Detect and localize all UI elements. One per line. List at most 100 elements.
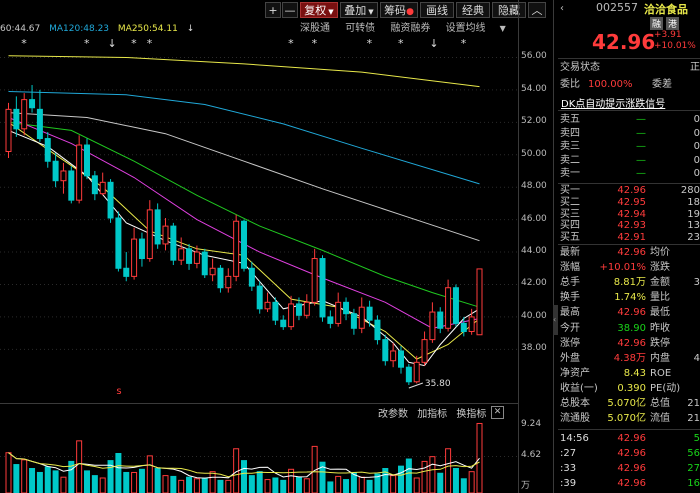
sell-price: — (636, 154, 646, 166)
tab-margin[interactable]: 融资融券 (390, 22, 430, 36)
stat-row: 外盘 4.38万 内盘 4 (558, 352, 700, 366)
sell-row: 卖三 — 0 (558, 140, 700, 154)
volume-bar (13, 464, 20, 493)
collapse-icon[interactable]: ‹ (560, 3, 564, 14)
fuquan-label: 复权 (304, 4, 327, 17)
hk-badge: 港 (666, 17, 680, 30)
volume-bar (99, 477, 106, 493)
fuquan-button[interactable]: 复权 ▼ (300, 2, 338, 18)
stat-row: 流通股 5.070亿 流值 21 (558, 412, 700, 426)
draw-line-button[interactable]: 画线 (420, 2, 454, 18)
volume-bar (327, 481, 334, 493)
volume-chart[interactable] (0, 418, 520, 493)
stat-row: 涨停 42.96 跌停 (558, 337, 700, 351)
volume-bar (468, 471, 475, 493)
stat-value: 5.070亿 (607, 413, 646, 425)
tab-convertible[interactable]: 可转债 (345, 22, 375, 36)
volume-bar (123, 471, 130, 493)
candle-body (429, 311, 436, 341)
classic-button[interactable]: 经典 (456, 2, 490, 18)
volume-bar (21, 459, 28, 493)
chevron-up-icon[interactable]: ︿ (528, 2, 546, 18)
stat-row: 换手 1.74% 量比 (558, 291, 700, 305)
volume-bar (429, 456, 436, 493)
sell-price: — (636, 141, 646, 152)
volume-bar (398, 465, 404, 493)
star-marker: * (288, 38, 294, 50)
chips-button[interactable]: 筹码● (380, 2, 418, 18)
candle-body (68, 170, 75, 201)
tab-ma-settings[interactable]: 设置均线 ▼ (446, 22, 518, 36)
candle-body (390, 350, 397, 362)
tick-volume: 27 (687, 463, 700, 474)
ma120-label: MA120:48.23 (49, 24, 110, 34)
dot-icon: ● (406, 7, 414, 17)
candle-body (366, 306, 373, 321)
stat-value: 42.96 (617, 247, 646, 258)
quote-panel: ‹ 002557 洽洽食品 融 港 42.96 +3.91 +10.01% 交易… (558, 0, 700, 493)
candle-body (186, 248, 193, 264)
sell-volume: 0 (693, 168, 700, 179)
tick-price: 42.96 (617, 463, 646, 474)
volume-bar (335, 475, 342, 493)
overlay-button[interactable]: 叠加 ▼ (340, 2, 378, 18)
ma-line-ma250 (8, 55, 480, 88)
volume-bar (91, 475, 98, 493)
tab-hk-connect[interactable]: 深股通 (300, 22, 330, 36)
stat-value: 8.43 (623, 367, 646, 379)
candle-body (178, 248, 185, 261)
candle-body (303, 301, 310, 316)
divider (558, 183, 700, 184)
stat-label: 最新 (560, 247, 580, 258)
candle-body (264, 301, 271, 310)
volume-bar (452, 468, 459, 493)
volume-bar (241, 460, 247, 493)
candle-body (52, 160, 59, 182)
divider (558, 244, 700, 245)
candle-body (115, 217, 122, 269)
candle-body (154, 209, 161, 245)
candle-body (162, 225, 169, 245)
candle-body (398, 350, 404, 368)
star-marker: * (21, 38, 27, 50)
stat-label: 总手 (560, 277, 580, 289)
stat-label-2: ROE (650, 367, 672, 379)
stat-value: 0.390 (617, 382, 646, 394)
sell-price: — (636, 114, 646, 125)
tick-time: :39 (560, 478, 577, 489)
candle-body (327, 316, 334, 324)
weibi-row: 委比 100.00% 委差 (558, 78, 700, 92)
hide-button[interactable]: 隐藏 (492, 2, 526, 18)
sell-price: — (636, 168, 646, 179)
star-marker: * (84, 38, 90, 50)
vol-unit: 万 (521, 481, 531, 491)
stat-row: 净资产 8.43 ROE (558, 367, 700, 381)
price-tick: 44.00 (521, 246, 547, 257)
ma-legend: 60:44.67 MA120:48.23 MA250:54.11 ↓ (0, 22, 200, 36)
star-marker: * (147, 38, 153, 50)
stat-value: 42.96 (617, 337, 646, 349)
stat-value-2: 4 (693, 352, 700, 364)
volume-bar (437, 472, 444, 493)
stat-row: 收益(一) 0.390 PE(动) (558, 382, 700, 396)
stat-label: 总股本 (560, 398, 590, 409)
candle-body (146, 209, 153, 260)
volume-bar (131, 471, 138, 493)
low-pointer (408, 382, 424, 389)
sell-row: 卖五 — 0 (558, 113, 700, 127)
stat-label-2: 昨收 (650, 322, 670, 334)
stat-label: 换手 (560, 292, 580, 304)
sell-volume: 0 (693, 114, 700, 125)
candle-body (76, 144, 83, 201)
candle-body (248, 267, 255, 287)
stat-label-2: 量比 (650, 292, 670, 304)
stat-value: 8.81万 (613, 277, 646, 289)
weibi-label: 委比 (560, 79, 580, 90)
dk-signal-link[interactable]: DK点自动提示涨跌信号 (561, 95, 665, 110)
stat-label: 收益(一) (560, 382, 598, 394)
sell-level-label: 卖四 (560, 127, 580, 139)
candlestick-chart[interactable]: 35.80 * * ↓ * * * * * * ↓ * s (0, 38, 520, 398)
volume-bar (138, 468, 145, 493)
zoom-in-button[interactable]: + (265, 2, 281, 18)
zoom-out-button[interactable]: — (282, 2, 298, 18)
